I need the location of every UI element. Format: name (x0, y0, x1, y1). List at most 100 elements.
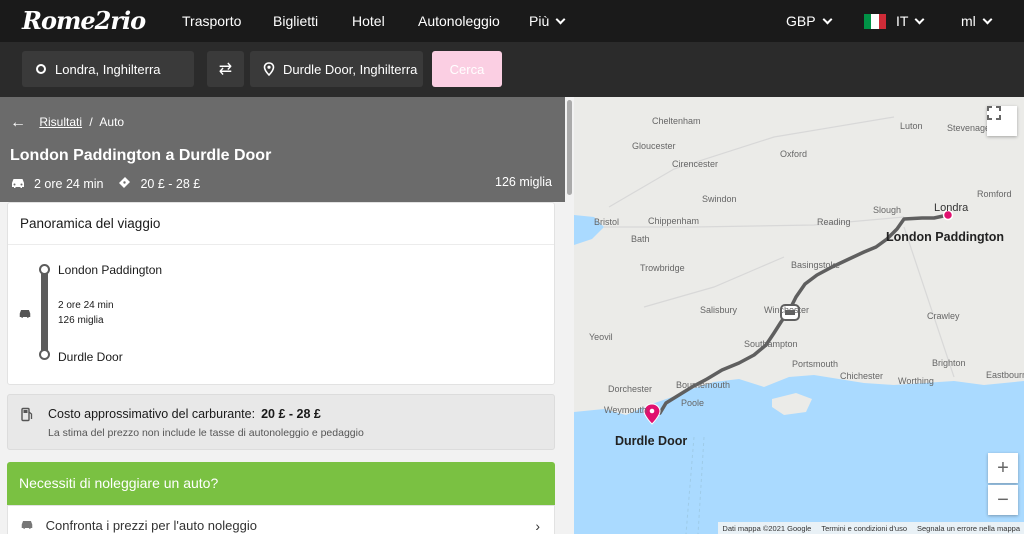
logo[interactable]: Rome2rio (22, 6, 146, 35)
breadcrumb-results-link[interactable]: Risultati (39, 115, 82, 129)
search-bar: Londra, Inghilterra ⇄ Durdle Door, Inghi… (0, 42, 1024, 97)
rental-banner: Necessiti di noleggiare un auto? (7, 462, 555, 505)
road (903, 226, 955, 378)
route-price: 20 £ - 28 £ (140, 177, 201, 191)
map-town: Luton (900, 121, 923, 131)
compare-rental-label: Confronta i prezzi per l'auto noleggio (45, 518, 257, 533)
nav-link-hotel[interactable]: Hotel (352, 13, 385, 29)
fullscreen-button[interactable] (987, 106, 1017, 136)
timeline-duration: 2 ore 24 min (58, 300, 114, 311)
origin-circle-icon (36, 64, 46, 74)
map-town: Oxford (780, 149, 808, 159)
map-town: Weymouth (604, 405, 647, 415)
map-origin-label: London Paddington (886, 230, 1005, 244)
nav-menu-piu-label: Più (529, 13, 550, 29)
fullscreen-icon (987, 106, 1001, 120)
units-selector[interactable]: ml (961, 13, 993, 29)
nav-link-trasporto[interactable]: Trasporto (182, 13, 241, 29)
chevron-down-icon (555, 14, 566, 25)
map-destination-label: Durdle Door (615, 434, 688, 448)
units-label: ml (961, 13, 976, 29)
currency-selector[interactable]: GBP (786, 13, 833, 29)
italy-flag-icon (864, 13, 886, 29)
map-footer: Dati mappa ©2021 Google Termini e condiz… (718, 522, 1024, 534)
car-icon (18, 308, 32, 322)
nav-link-autonoleggio[interactable]: Autonoleggio (418, 13, 500, 29)
car-icon (20, 518, 38, 533)
fuel-cost-box: Costo approssimativo del carburante: 20 £… (7, 394, 555, 450)
zoom-out-button[interactable]: − (988, 485, 1018, 515)
map-town: Stevenage (947, 123, 991, 133)
map-town: Eastbourne (986, 370, 1024, 380)
compare-rental-link[interactable]: Confronta i prezzi per l'auto noleggio › (7, 505, 555, 534)
results-panel: ← Risultati / Auto London Paddington a D… (0, 97, 565, 534)
language-label: IT (896, 13, 909, 29)
top-nav: Rome2rio Trasporto Biglietti Hotel Auton… (0, 0, 1024, 42)
map-report-link[interactable]: Segnala un errore nella mappa (917, 524, 1020, 533)
map-terms-link[interactable]: Termini e condizioni d'uso (821, 524, 907, 533)
fuel-pump-icon (20, 407, 34, 425)
chevron-down-icon (982, 14, 993, 25)
route-meta: 2 ore 24 min 20 £ - 28 £ (10, 175, 200, 193)
map-town: Bournemouth (676, 380, 731, 390)
nav-link-biglietti[interactable]: Biglietti (273, 13, 318, 29)
destination-value: Durdle Door, Inghilterra (283, 61, 418, 77)
map-town: Swindon (702, 194, 737, 204)
timeline-distance: 126 miglia (58, 315, 104, 326)
route-duration: 2 ore 24 min (34, 177, 104, 191)
back-arrow-icon[interactable]: ← (10, 114, 26, 131)
nav-menu-piu[interactable]: Più (529, 13, 566, 29)
road (608, 116, 895, 208)
map-town: Gloucester (632, 141, 676, 151)
scrollbar-thumb[interactable] (567, 100, 572, 195)
route-title: London Paddington a Durdle Door (10, 147, 272, 164)
chevron-down-icon (822, 14, 833, 25)
map-town: Southampton (744, 339, 798, 349)
zoom-in-button[interactable]: + (988, 453, 1018, 483)
trip-overview-title: Panoramica del viaggio (8, 203, 554, 245)
timeline-end-dot (39, 349, 50, 360)
map-town: Chichester (840, 371, 884, 381)
trip-timeline: London Paddington 2 ore 24 min 126 migli… (8, 245, 554, 383)
route-map[interactable]: Cheltenham Luton Stevenage Gloucester Ox… (574, 97, 1024, 534)
route-header: ← Risultati / Auto London Paddington a D… (0, 97, 565, 202)
map-town: Trowbridge (640, 263, 685, 273)
language-selector[interactable]: IT (864, 13, 925, 30)
map-town: Cheltenham (652, 116, 701, 126)
timeline-origin[interactable]: London Paddington (58, 263, 162, 277)
origin-value: Londra, Inghilterra (55, 61, 161, 77)
map-town: Romford (977, 189, 1012, 199)
ticket-icon (117, 175, 132, 193)
map-town: Londra (934, 202, 969, 214)
fuel-cost-value: 20 £ - 28 £ (261, 407, 321, 421)
destination-pin-dot (649, 408, 655, 414)
breadcrumb: ← Risultati / Auto (10, 113, 124, 131)
map-town: Winchester (764, 305, 810, 315)
breadcrumb-current: Auto (99, 115, 125, 129)
chevron-down-icon (915, 14, 925, 25)
fuel-cost-note: La stima del prezzo non include le tasse… (48, 427, 364, 439)
swap-arrows-icon: ⇄ (218, 61, 233, 78)
map-town: Salisbury (700, 305, 738, 315)
location-pin-icon (263, 62, 275, 76)
map-town: Portsmouth (792, 359, 839, 369)
map-town: Slough (873, 205, 902, 215)
minus-icon: − (997, 488, 1009, 511)
destination-field[interactable]: Durdle Door, Inghilterra (250, 51, 423, 87)
fuel-cost-label: Costo approssimativo del carburante: (48, 407, 256, 421)
breadcrumb-separator: / (89, 115, 93, 129)
map-town: Basingstoke (791, 260, 841, 270)
plus-icon: + (997, 456, 1009, 479)
timeline-destination[interactable]: Durdle Door (58, 350, 123, 364)
map-town: Worthing (898, 376, 934, 386)
origin-field[interactable]: Londra, Inghilterra (22, 51, 194, 87)
map-town: Reading (817, 217, 851, 227)
map-town: Brighton (932, 358, 966, 368)
map-town: Poole (681, 398, 705, 408)
search-button[interactable]: Cerca (432, 51, 502, 87)
map-town: Cirencester (672, 159, 719, 169)
swap-button[interactable]: ⇄ (207, 51, 244, 87)
map-town: Yeovil (589, 332, 613, 342)
car-icon (10, 177, 26, 192)
currency-label: GBP (786, 13, 816, 29)
